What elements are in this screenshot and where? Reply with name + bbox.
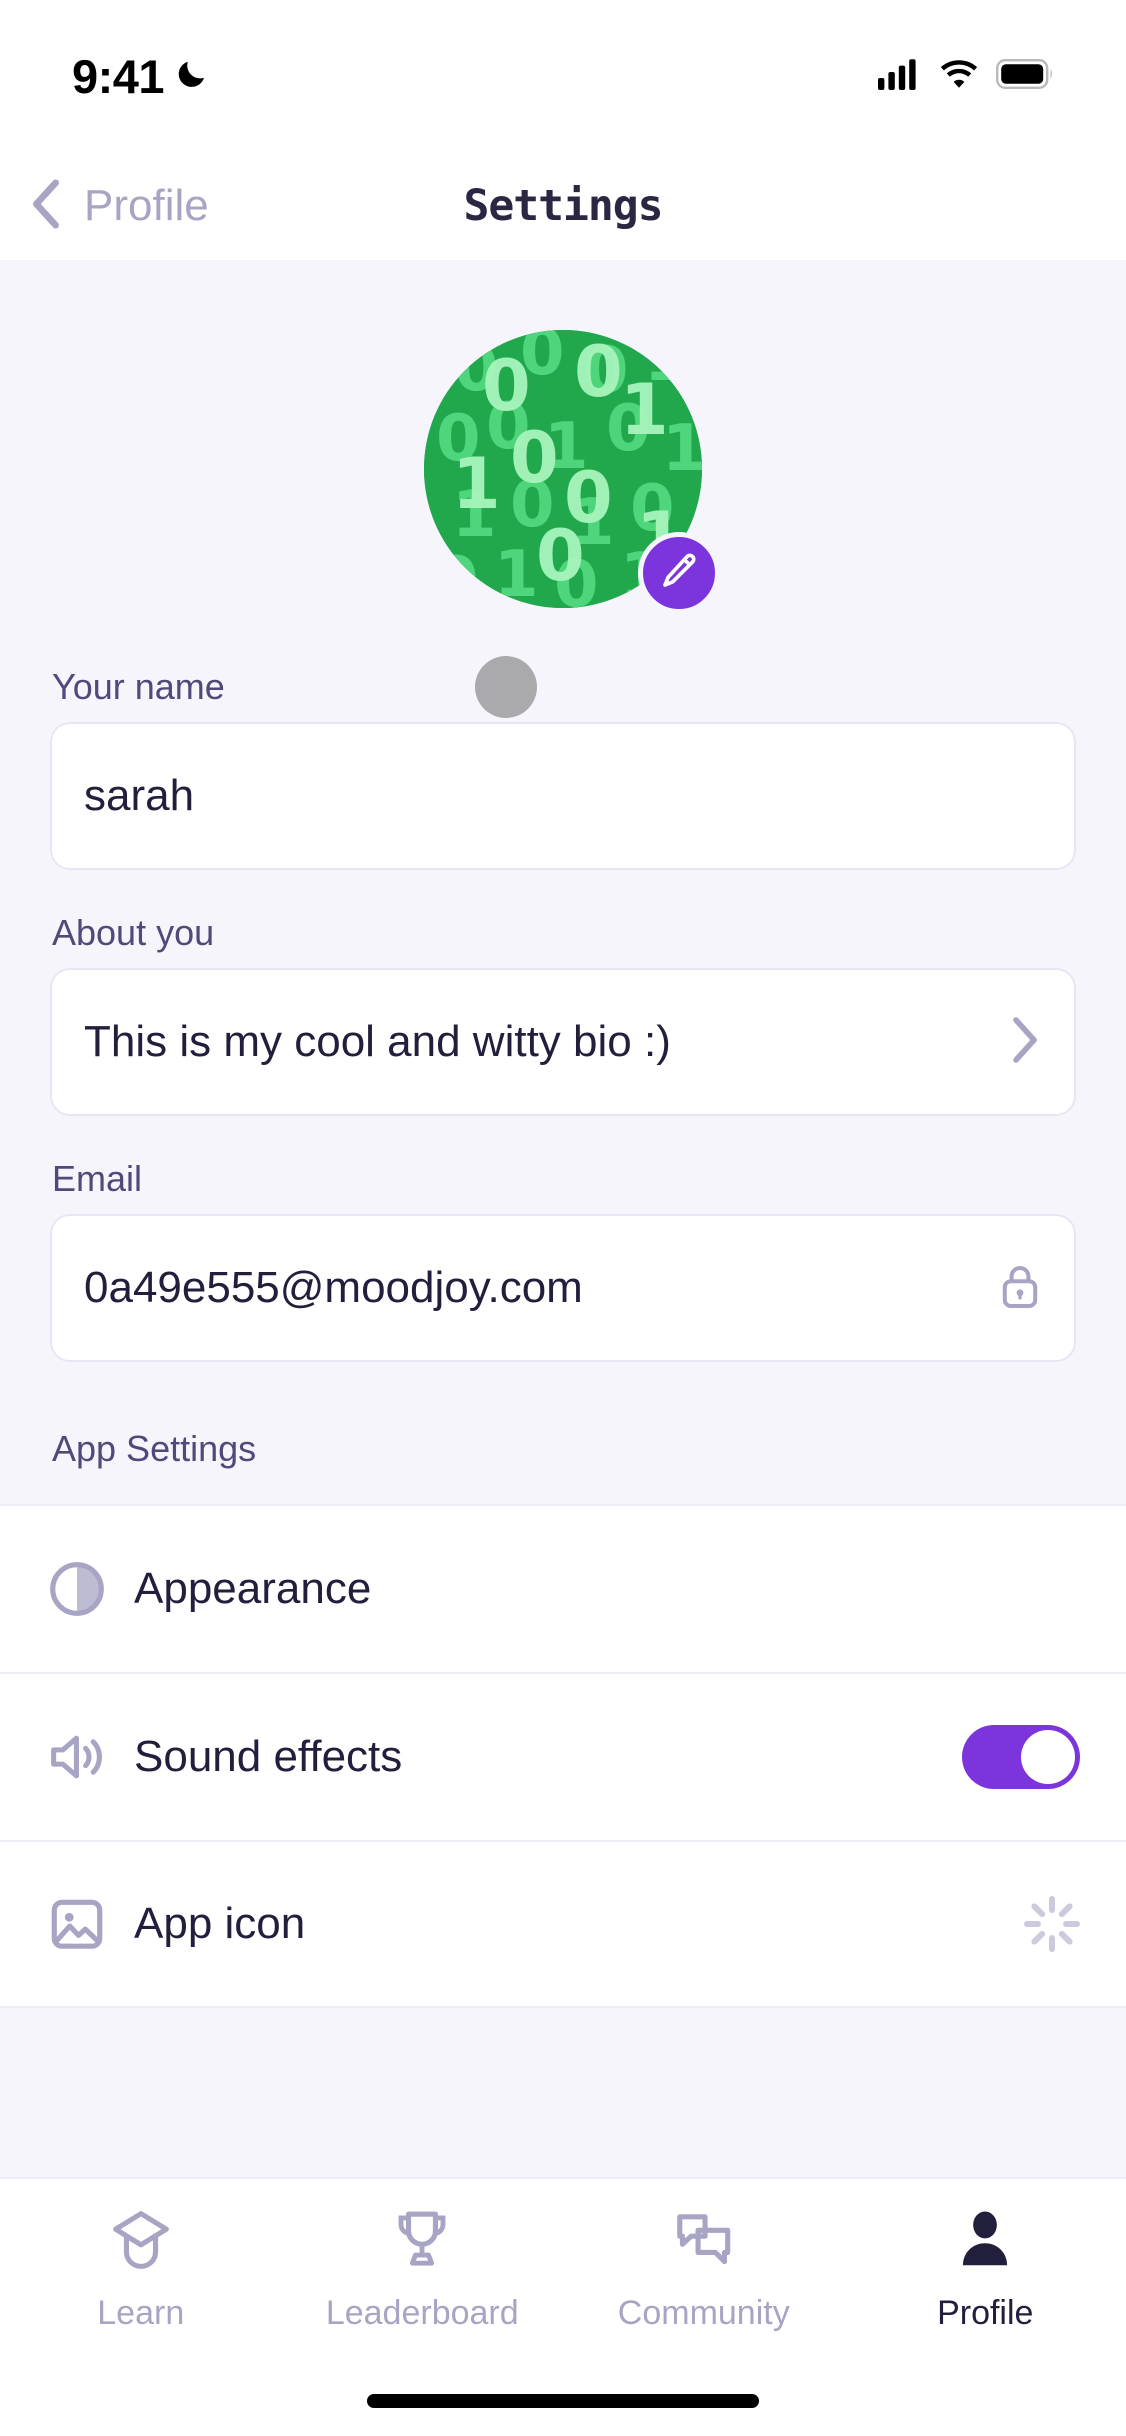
tab-label: Profile <box>937 2294 1034 2332</box>
settings-scroll-content: 0001 00101 1010 01010 001 010 01 <box>0 260 1126 2177</box>
tab-bar: Learn Leaderboard Community Profile <box>0 2177 1126 2436</box>
settings-row-sound-effects[interactable]: Sound effects <box>0 1672 1126 1840</box>
toggle-knob <box>1021 1730 1075 1784</box>
app-settings-section-label: App Settings <box>52 1428 257 1469</box>
email-input-value: 0a49e555@moodjoy.com <box>84 1263 583 1312</box>
svg-text:0: 0 <box>574 331 623 413</box>
tab-label: Learn <box>97 2294 185 2332</box>
nav-header: Profile Settings <box>0 152 1126 260</box>
email-field-label: Email <box>52 1158 143 1199</box>
email-input: 0a49e555@moodjoy.com <box>50 1214 1076 1362</box>
bio-field-label: About you <box>52 912 215 953</box>
svg-text:0: 0 <box>434 544 479 608</box>
tab-profile[interactable]: Profile <box>845 2179 1126 2364</box>
loading-spinner-icon <box>1024 1896 1080 1952</box>
bio-value: This is my cool and witty bio :) <box>84 1017 671 1066</box>
graduation-cap-icon <box>106 2205 176 2280</box>
app-settings-list: Appearance Sound effects App icon <box>0 1504 1126 2008</box>
chat-bubbles-icon <box>669 2205 739 2280</box>
tab-label: Community <box>617 2294 790 2332</box>
svg-text:1: 1 <box>452 443 501 525</box>
contrast-circle-icon <box>46 1558 112 1620</box>
settings-row-label: Appearance <box>134 1564 372 1613</box>
lock-icon <box>998 1262 1042 1315</box>
tab-learn[interactable]: Learn <box>0 2179 282 2364</box>
status-bar-left: 9:41 <box>72 49 210 104</box>
person-icon <box>950 2205 1020 2280</box>
bio-row[interactable]: This is my cool and witty bio :) <box>50 968 1076 1116</box>
tab-leaderboard[interactable]: Leaderboard <box>282 2179 564 2364</box>
name-field-label: Your name <box>52 666 225 707</box>
tab-label: Leaderboard <box>325 2294 519 2332</box>
svg-text:0: 0 <box>510 417 559 499</box>
image-icon <box>46 1893 112 1955</box>
svg-text:1: 1 <box>494 538 539 608</box>
tab-list: Learn Leaderboard Community Profile <box>0 2179 1126 2364</box>
pencil-icon <box>658 550 700 597</box>
chevron-right-icon <box>1006 1014 1042 1071</box>
name-field-group: Your name sarah <box>50 666 1076 870</box>
svg-text:0: 0 <box>536 515 585 597</box>
wifi-icon <box>938 58 980 95</box>
avatar-section: 0001 00101 1010 01010 001 010 01 <box>424 330 720 614</box>
cellular-signal-icon <box>878 58 922 95</box>
sound-effects-toggle[interactable] <box>962 1725 1080 1789</box>
svg-text:0: 0 <box>482 345 531 427</box>
settings-row-label: Sound effects <box>134 1732 403 1781</box>
trophy-icon <box>387 2205 457 2280</box>
settings-row-appearance[interactable]: Appearance <box>0 1504 1126 1672</box>
email-field-group: Email 0a49e555@moodjoy.com <box>50 1158 1076 1362</box>
speaker-wave-icon <box>46 1726 112 1788</box>
svg-text:1: 1 <box>620 369 669 451</box>
settings-row-label: App icon <box>134 1899 306 1948</box>
status-bar-right <box>878 58 1054 95</box>
crescent-moon-icon <box>174 56 210 97</box>
status-bar: 9:41 <box>0 0 1126 152</box>
home-indicator <box>367 2394 759 2408</box>
status-time: 9:41 <box>72 49 165 103</box>
settings-row-app-icon[interactable]: App icon <box>0 1840 1126 2008</box>
name-input[interactable]: sarah <box>50 722 1076 870</box>
page-title: Settings <box>463 181 663 231</box>
battery-full-icon <box>996 58 1054 94</box>
bio-field-group: About you This is my cool and witty bio … <box>50 912 1076 1116</box>
edit-avatar-button[interactable] <box>638 532 720 614</box>
name-input-value: sarah <box>84 771 195 820</box>
tab-community[interactable]: Community <box>563 2179 845 2364</box>
phone-screen: 9:41 Profile Settings 0 0 0 1 0 0 1 0 1 … <box>0 0 1126 2436</box>
